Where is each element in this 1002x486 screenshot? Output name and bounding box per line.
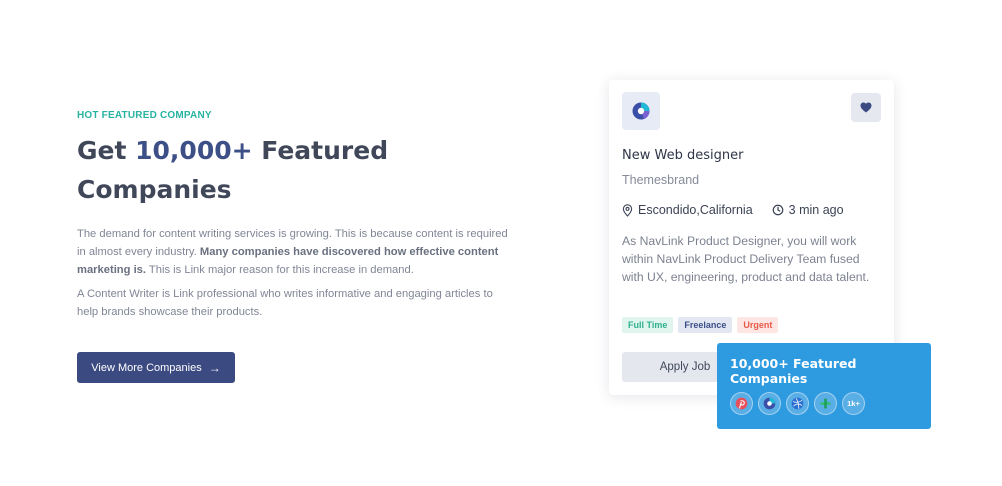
posted-meta: 3 min ago [772, 203, 844, 217]
featured-companies-badge: 10,000+ Featured Companies 1k+ [717, 343, 931, 429]
eyebrow-label: HOT FEATURED COMPANY [77, 110, 212, 121]
dribbble-icon [791, 397, 804, 410]
avatar [730, 392, 753, 415]
heart-icon [860, 102, 872, 113]
cta-label: View More Companies [91, 361, 202, 374]
location-meta: Escondido,California [622, 203, 753, 217]
avatar-more-count: 1k+ [842, 392, 865, 415]
secondary-paragraph: A Content Writer is Link professional wh… [77, 288, 493, 318]
location-text: Escondido,California [638, 203, 753, 217]
company-logo-icon [763, 397, 776, 410]
posted-text: 3 min ago [788, 203, 844, 217]
tag-urgent: Urgent [737, 317, 779, 333]
avatar [786, 392, 809, 415]
pinterest-icon [735, 397, 748, 410]
featured-badge-title: 10,000+ Featured Companies [730, 356, 857, 386]
hero-section: HOT FEATURED COMPANY Get 10,000+ Feature… [77, 110, 517, 321]
company-name: Themesbrand [622, 173, 700, 187]
tag-full-time: Full Time [622, 317, 674, 333]
avatar [758, 392, 781, 415]
job-tags: Full Time Freelance Urgent [622, 317, 779, 333]
headline-accent: 10,000+ [135, 136, 253, 165]
job-description: As NavLink Product Designer, you will wo… [622, 234, 870, 284]
arrow-right-icon: → [208, 360, 221, 375]
slack-icon [820, 398, 831, 409]
job-title[interactable]: New Web designer [622, 148, 743, 163]
page-title: Get 10,000+ Featured Companies [77, 131, 517, 209]
map-pin-icon [622, 203, 633, 217]
company-logo-icon [632, 102, 650, 120]
company-logo [622, 92, 660, 130]
job-meta: Escondido,California 3 min ago [622, 203, 844, 217]
intro-paragraph: The demand for content writing services … [77, 225, 517, 279]
favorite-button[interactable] [851, 93, 881, 122]
view-more-companies-button[interactable]: View More Companies → [77, 352, 235, 383]
tag-freelance: Freelance [678, 317, 733, 333]
company-avatar-group: 1k+ [730, 392, 865, 415]
headline-prefix: Get [77, 136, 136, 165]
avatar [814, 392, 837, 415]
clock-icon [772, 204, 784, 216]
intro-text-b: This is Link major reason for this incre… [146, 264, 414, 276]
